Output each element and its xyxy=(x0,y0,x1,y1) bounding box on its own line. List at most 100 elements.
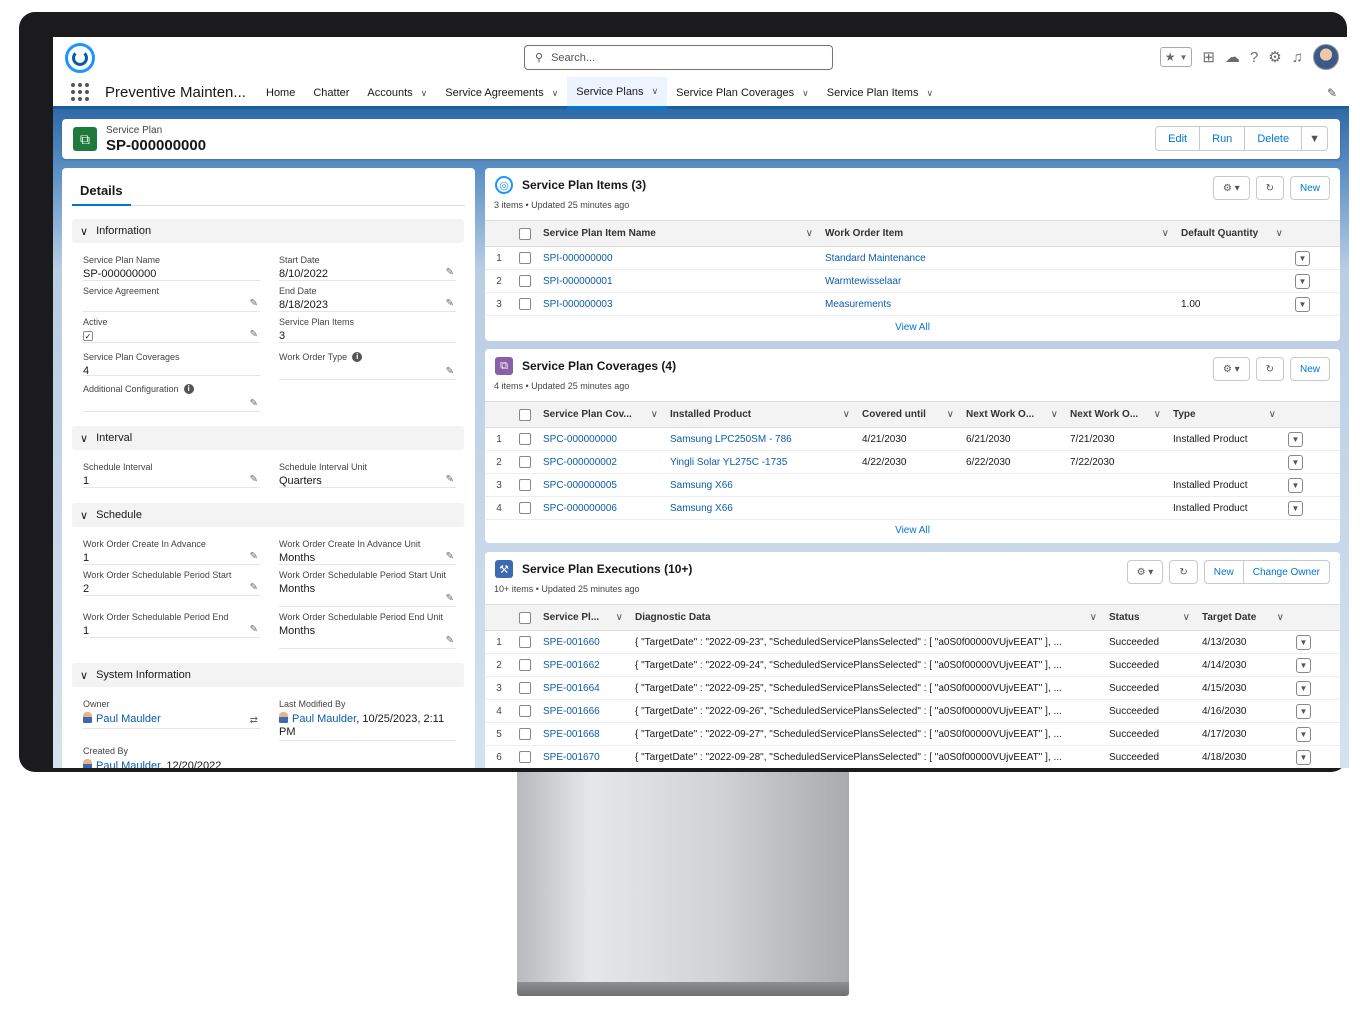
row-checkbox[interactable] xyxy=(519,479,531,491)
tab-service-plan-items[interactable]: Service Plan Items ∨ xyxy=(818,77,942,109)
column-header[interactable]: Service Plan Item Name ∨ xyxy=(537,220,819,247)
last-modified-link[interactable]: Paul Maulder xyxy=(292,713,356,725)
pencil-icon[interactable]: ✎ xyxy=(250,624,258,635)
column-header[interactable]: Type ∨ xyxy=(1167,401,1282,428)
row-action-menu[interactable]: ▼ xyxy=(1295,250,1310,266)
chevron-down-icon[interactable]: ∨ xyxy=(926,88,933,99)
coverage-link[interactable]: SPC-000000005 xyxy=(537,473,664,497)
delete-button[interactable]: Delete xyxy=(1245,126,1303,151)
row-action-menu[interactable]: ▼ xyxy=(1296,680,1311,696)
row-checkbox[interactable] xyxy=(519,751,531,763)
execution-link[interactable]: SPE-001662 xyxy=(537,653,629,677)
installed-product-link[interactable]: Yingli Solar YL275C -1735 xyxy=(664,450,856,474)
column-header[interactable]: Status ∨ xyxy=(1103,604,1196,631)
favorites-star-icon[interactable]: ★ ▼ xyxy=(1159,47,1193,67)
row-action-menu[interactable]: ▼ xyxy=(1295,296,1310,312)
run-button[interactable]: Run xyxy=(1200,126,1246,151)
column-header[interactable]: Default Quantity ∨ xyxy=(1175,220,1289,247)
app-logo[interactable] xyxy=(65,43,95,73)
info-icon[interactable]: i xyxy=(352,352,363,362)
row-checkbox[interactable] xyxy=(519,433,531,445)
gear-icon[interactable]: ⚙ ▾ xyxy=(1126,560,1164,584)
tab-details[interactable]: Details xyxy=(72,182,465,206)
pencil-icon[interactable]: ✎ xyxy=(250,551,258,562)
edit-button[interactable]: Edit xyxy=(1155,126,1201,151)
column-header[interactable]: Covered until ∨ xyxy=(856,401,960,428)
help-icon[interactable]: ? xyxy=(1250,49,1258,66)
card-title[interactable]: Service Plan Coverages (4) xyxy=(522,359,676,373)
tab-service-plans[interactable]: Service Plans ∨ xyxy=(567,77,668,109)
pencil-icon[interactable]: ✎ xyxy=(446,635,454,646)
view-all-link[interactable]: View All xyxy=(485,322,1340,333)
chevron-down-icon[interactable]: ∨ xyxy=(802,88,809,99)
tab-chatter[interactable]: Chatter xyxy=(304,77,358,109)
row-action-menu[interactable]: ▼ xyxy=(1288,477,1303,493)
work-order-item-link[interactable]: Measurements xyxy=(819,292,1175,316)
setup-gear-icon[interactable]: ⚙ xyxy=(1268,48,1281,66)
tab-service-plan-coverages[interactable]: Service Plan Coverages ∨ xyxy=(667,77,818,109)
coverage-link[interactable]: SPC-000000000 xyxy=(537,427,664,451)
chevron-down-icon[interactable]: ∨ xyxy=(552,88,559,99)
change-owner-icon[interactable]: ⇄ xyxy=(250,715,258,726)
pencil-icon[interactable]: ✎ xyxy=(446,593,454,604)
column-header[interactable]: Service Plan Cov... ∨ xyxy=(537,401,664,428)
tab-service-agreements[interactable]: Service Agreements ∨ xyxy=(436,77,567,109)
pencil-icon[interactable]: ✎ xyxy=(446,551,454,562)
new-button[interactable]: New xyxy=(1203,560,1244,584)
item-link[interactable]: SPI-000000000 xyxy=(537,246,819,270)
row-checkbox[interactable] xyxy=(519,682,531,694)
pencil-icon[interactable]: ✎ xyxy=(250,298,258,309)
column-header[interactable]: Next Work O... ∨ xyxy=(1064,401,1167,428)
pencil-icon[interactable]: ✎ xyxy=(250,329,258,340)
coverage-link[interactable]: SPC-000000002 xyxy=(537,450,664,474)
tab-accounts[interactable]: Accounts ∨ xyxy=(358,77,436,109)
row-checkbox[interactable] xyxy=(519,502,531,514)
pencil-icon[interactable]: ✎ xyxy=(250,398,258,409)
section-schedule[interactable]: ∨ Schedule xyxy=(72,503,464,527)
execution-link[interactable]: SPE-001670 xyxy=(537,745,629,768)
gear-icon[interactable]: ⚙ ▾ xyxy=(1212,357,1250,381)
column-header[interactable]: Diagnostic Data ∨ xyxy=(629,604,1103,631)
select-all-checkbox[interactable] xyxy=(519,611,531,624)
row-action-menu[interactable]: ▼ xyxy=(1296,657,1311,673)
row-action-menu[interactable]: ▼ xyxy=(1296,726,1311,742)
refresh-icon[interactable]: ↻ xyxy=(1169,560,1198,584)
section-interval[interactable]: ∨ Interval xyxy=(72,426,464,450)
pencil-icon[interactable]: ✎ xyxy=(446,298,454,309)
pencil-icon[interactable]: ✎ xyxy=(446,267,454,278)
coverage-link[interactable]: SPC-000000006 xyxy=(537,496,664,520)
row-checkbox[interactable] xyxy=(519,275,531,287)
installed-product-link[interactable]: Samsung X66 xyxy=(664,473,856,497)
refresh-icon[interactable]: ↻ xyxy=(1255,176,1284,200)
execution-link[interactable]: SPE-001664 xyxy=(537,676,629,700)
row-checkbox[interactable] xyxy=(519,705,531,717)
section-system-information[interactable]: ∨ System Information xyxy=(72,663,464,687)
row-checkbox[interactable] xyxy=(519,456,531,468)
work-order-item-link[interactable]: Warmtewisselaar xyxy=(819,269,1175,293)
pencil-icon[interactable]: ✎ xyxy=(446,474,454,485)
notification-bell-icon[interactable]: ♫ xyxy=(1292,49,1303,66)
chevron-down-icon[interactable]: ∨ xyxy=(652,86,659,97)
column-header[interactable]: Work Order Item ∨ xyxy=(819,220,1175,247)
created-by-link[interactable]: Paul Maulder xyxy=(96,760,160,768)
row-action-menu[interactable]: ▼ xyxy=(1288,500,1303,516)
installed-product-link[interactable]: Samsung X66 xyxy=(664,496,856,520)
execution-link[interactable]: SPE-001668 xyxy=(537,722,629,746)
row-action-menu[interactable]: ▼ xyxy=(1296,703,1311,719)
row-checkbox[interactable] xyxy=(519,659,531,671)
edit-nav-pencil-icon[interactable]: ✎ xyxy=(1327,86,1337,100)
item-link[interactable]: SPI-000000003 xyxy=(537,292,819,316)
new-button[interactable]: New xyxy=(1289,176,1330,200)
card-title[interactable]: Service Plan Items (3) xyxy=(522,178,646,192)
row-action-menu[interactable]: ▼ xyxy=(1296,634,1311,650)
waffle-icon[interactable] xyxy=(71,83,89,101)
section-information[interactable]: ∨ Information xyxy=(72,219,464,243)
card-title[interactable]: Service Plan Executions (10+) xyxy=(522,562,692,576)
row-action-menu[interactable]: ▼ xyxy=(1295,273,1310,289)
tab-home[interactable]: Home xyxy=(257,77,304,109)
row-checkbox[interactable] xyxy=(519,636,531,648)
row-checkbox[interactable] xyxy=(519,728,531,740)
new-button[interactable]: New xyxy=(1289,357,1330,381)
column-header[interactable]: Target Date ∨ xyxy=(1196,604,1290,631)
owner-link[interactable]: Paul Maulder xyxy=(96,713,161,725)
